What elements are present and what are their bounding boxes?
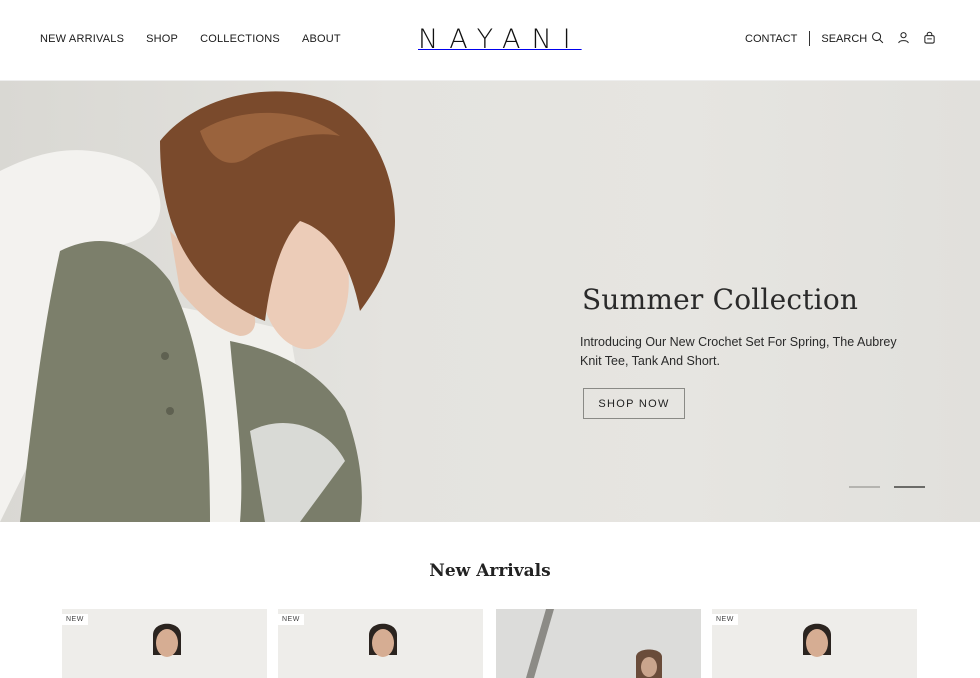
bag-icon[interactable]: [923, 31, 936, 44]
primary-nav: NEW ARRIVALS SHOP COLLECTIONS ABOUT: [40, 33, 341, 45]
product-image: [526, 609, 662, 678]
product-card[interactable]: NEW: [278, 609, 483, 678]
site-header: NEW ARRIVALS SHOP COLLECTIONS ABOUT NAYA…: [0, 0, 980, 81]
product-card[interactable]: NEW: [712, 609, 917, 678]
hero-banner: Summer Collection Introducing Our New Cr…: [0, 81, 980, 522]
header-icons: [871, 31, 936, 44]
product-badge: NEW: [278, 614, 304, 625]
hero-title: Summer Collection: [582, 283, 859, 316]
nav-divider: [809, 31, 811, 46]
product-image: [153, 623, 181, 657]
product-image: [369, 623, 397, 657]
secondary-nav: CONTACT SEARCH: [745, 31, 867, 46]
nav-contact[interactable]: CONTACT: [745, 33, 797, 45]
brand-logo-text: NAYANI: [418, 24, 582, 55]
carousel-dot-2[interactable]: [894, 486, 925, 488]
nav-new-arrivals[interactable]: NEW ARRIVALS: [40, 33, 124, 45]
carousel-indicators: [849, 486, 925, 488]
new-arrivals-title: New Arrivals: [429, 561, 551, 581]
nav-shop[interactable]: SHOP: [146, 33, 178, 45]
nav-collections[interactable]: COLLECTIONS: [200, 33, 280, 45]
nav-search[interactable]: SEARCH: [821, 33, 867, 45]
product-badge: NEW: [62, 614, 88, 625]
product-card[interactable]: [496, 609, 701, 678]
carousel-dot-1[interactable]: [849, 486, 880, 488]
product-card[interactable]: NEW: [62, 609, 267, 678]
product-badge: NEW: [712, 614, 738, 625]
hero-model-image: [0, 91, 395, 522]
brand-logo[interactable]: NAYANI: [418, 24, 571, 56]
product-image: [803, 623, 831, 657]
nav-about[interactable]: ABOUT: [302, 33, 341, 45]
search-icon[interactable]: [871, 31, 884, 44]
shop-now-button[interactable]: SHOP NOW: [583, 388, 685, 419]
account-icon[interactable]: [897, 31, 910, 44]
hero-subtitle: Introducing Our New Crochet Set For Spri…: [580, 335, 897, 368]
